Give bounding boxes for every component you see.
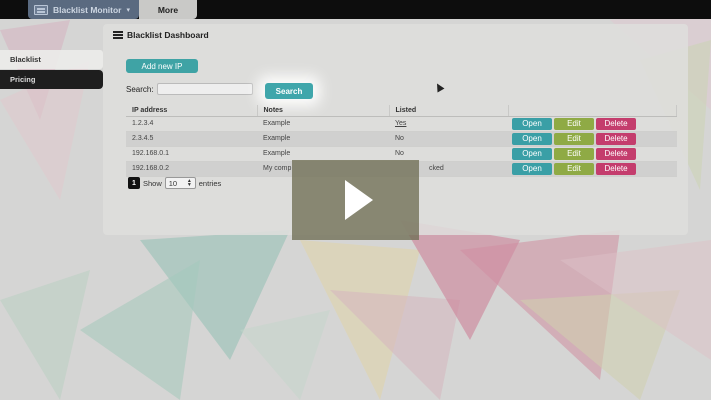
edit-button[interactable]: Edit — [554, 117, 594, 130]
search-button[interactable]: Search — [265, 83, 313, 99]
monitor-icon — [34, 4, 48, 15]
show-label: Show — [143, 178, 162, 188]
column-header-notes[interactable]: Notes — [257, 105, 390, 117]
open-button[interactable]: Open — [512, 117, 552, 130]
column-header-actions — [508, 105, 677, 117]
entries-label: entries — [198, 178, 222, 188]
cell-listed[interactable]: Yes — [389, 116, 508, 132]
list-icon — [113, 31, 123, 39]
more-menu[interactable]: More — [139, 0, 197, 19]
table-row: 1.2.3.4 Example Yes Open Edit Delete — [126, 116, 677, 132]
sidebar-item-pricing[interactable]: Pricing — [0, 70, 103, 89]
delete-button[interactable]: Delete — [596, 147, 636, 160]
column-header-listed[interactable]: Listed — [389, 105, 509, 117]
page-title-text: Blacklist Dashboard — [127, 30, 209, 40]
open-button[interactable]: Open — [512, 147, 552, 160]
cell-listed: No — [389, 146, 508, 162]
page-number-button[interactable]: 1 — [128, 177, 140, 189]
page-title: Blacklist Dashboard — [113, 30, 209, 40]
entries-select[interactable]: 10 ▲ ▼ — [164, 177, 196, 189]
cell-notes: Example — [257, 131, 389, 147]
row-actions: Open Edit Delete — [508, 161, 677, 177]
cell-ip: 192.168.0.1 — [126, 146, 257, 162]
row-actions: Open Edit Delete — [508, 146, 677, 162]
select-arrows-icon: ▲ ▼ — [186, 178, 192, 188]
table-row: 192.168.0.1 Example No Open Edit Delete — [126, 146, 677, 162]
search-row: Search: — [126, 83, 253, 95]
chevron-down-icon: ▾ — [126, 6, 130, 14]
delete-button[interactable]: Delete — [596, 162, 636, 175]
column-header-ip[interactable]: IP address — [126, 105, 258, 117]
table-row: 2.3.4.5 Example No Open Edit Delete — [126, 131, 677, 147]
cell-notes: Example — [257, 146, 389, 162]
search-input[interactable] — [156, 83, 253, 95]
edit-button[interactable]: Edit — [554, 147, 594, 160]
open-button[interactable]: Open — [512, 132, 552, 145]
cell-ip: 2.3.4.5 — [126, 131, 257, 147]
pagination-row: 1 Show 10 ▲ ▼ entries — [128, 177, 221, 189]
delete-button[interactable]: Delete — [596, 117, 636, 130]
cell-listed: No — [389, 131, 508, 147]
sidebar-item-label: Blacklist — [10, 55, 41, 64]
table-header-row: IP address Notes Listed — [126, 105, 677, 117]
add-ip-button[interactable]: Add new IP — [126, 59, 198, 73]
sidebar-item-label: Pricing — [10, 75, 36, 84]
entries-value: 10 — [168, 178, 178, 188]
edit-button[interactable]: Edit — [554, 132, 594, 145]
delete-button[interactable]: Delete — [596, 132, 636, 145]
sidebar: Blacklist Pricing — [0, 50, 103, 89]
open-button[interactable]: Open — [512, 162, 552, 175]
brand-label: Blacklist Monitor — [53, 4, 122, 15]
row-actions: Open Edit Delete — [508, 131, 677, 147]
cell-notes: Example — [257, 116, 389, 132]
edit-button[interactable]: Edit — [554, 162, 594, 175]
play-icon — [344, 180, 373, 220]
row-actions: Open Edit Delete — [508, 116, 677, 132]
cell-ip: 1.2.3.4 — [126, 116, 257, 132]
top-navbar: Blacklist Monitor ▾ More — [0, 0, 711, 19]
video-play-button[interactable] — [292, 160, 419, 240]
sidebar-item-blacklist[interactable]: Blacklist — [0, 50, 103, 69]
search-label: Search: — [126, 84, 154, 94]
brand-dropdown[interactable]: Blacklist Monitor ▾ — [28, 0, 139, 19]
cell-ip: 192.168.0.2 — [126, 161, 257, 177]
